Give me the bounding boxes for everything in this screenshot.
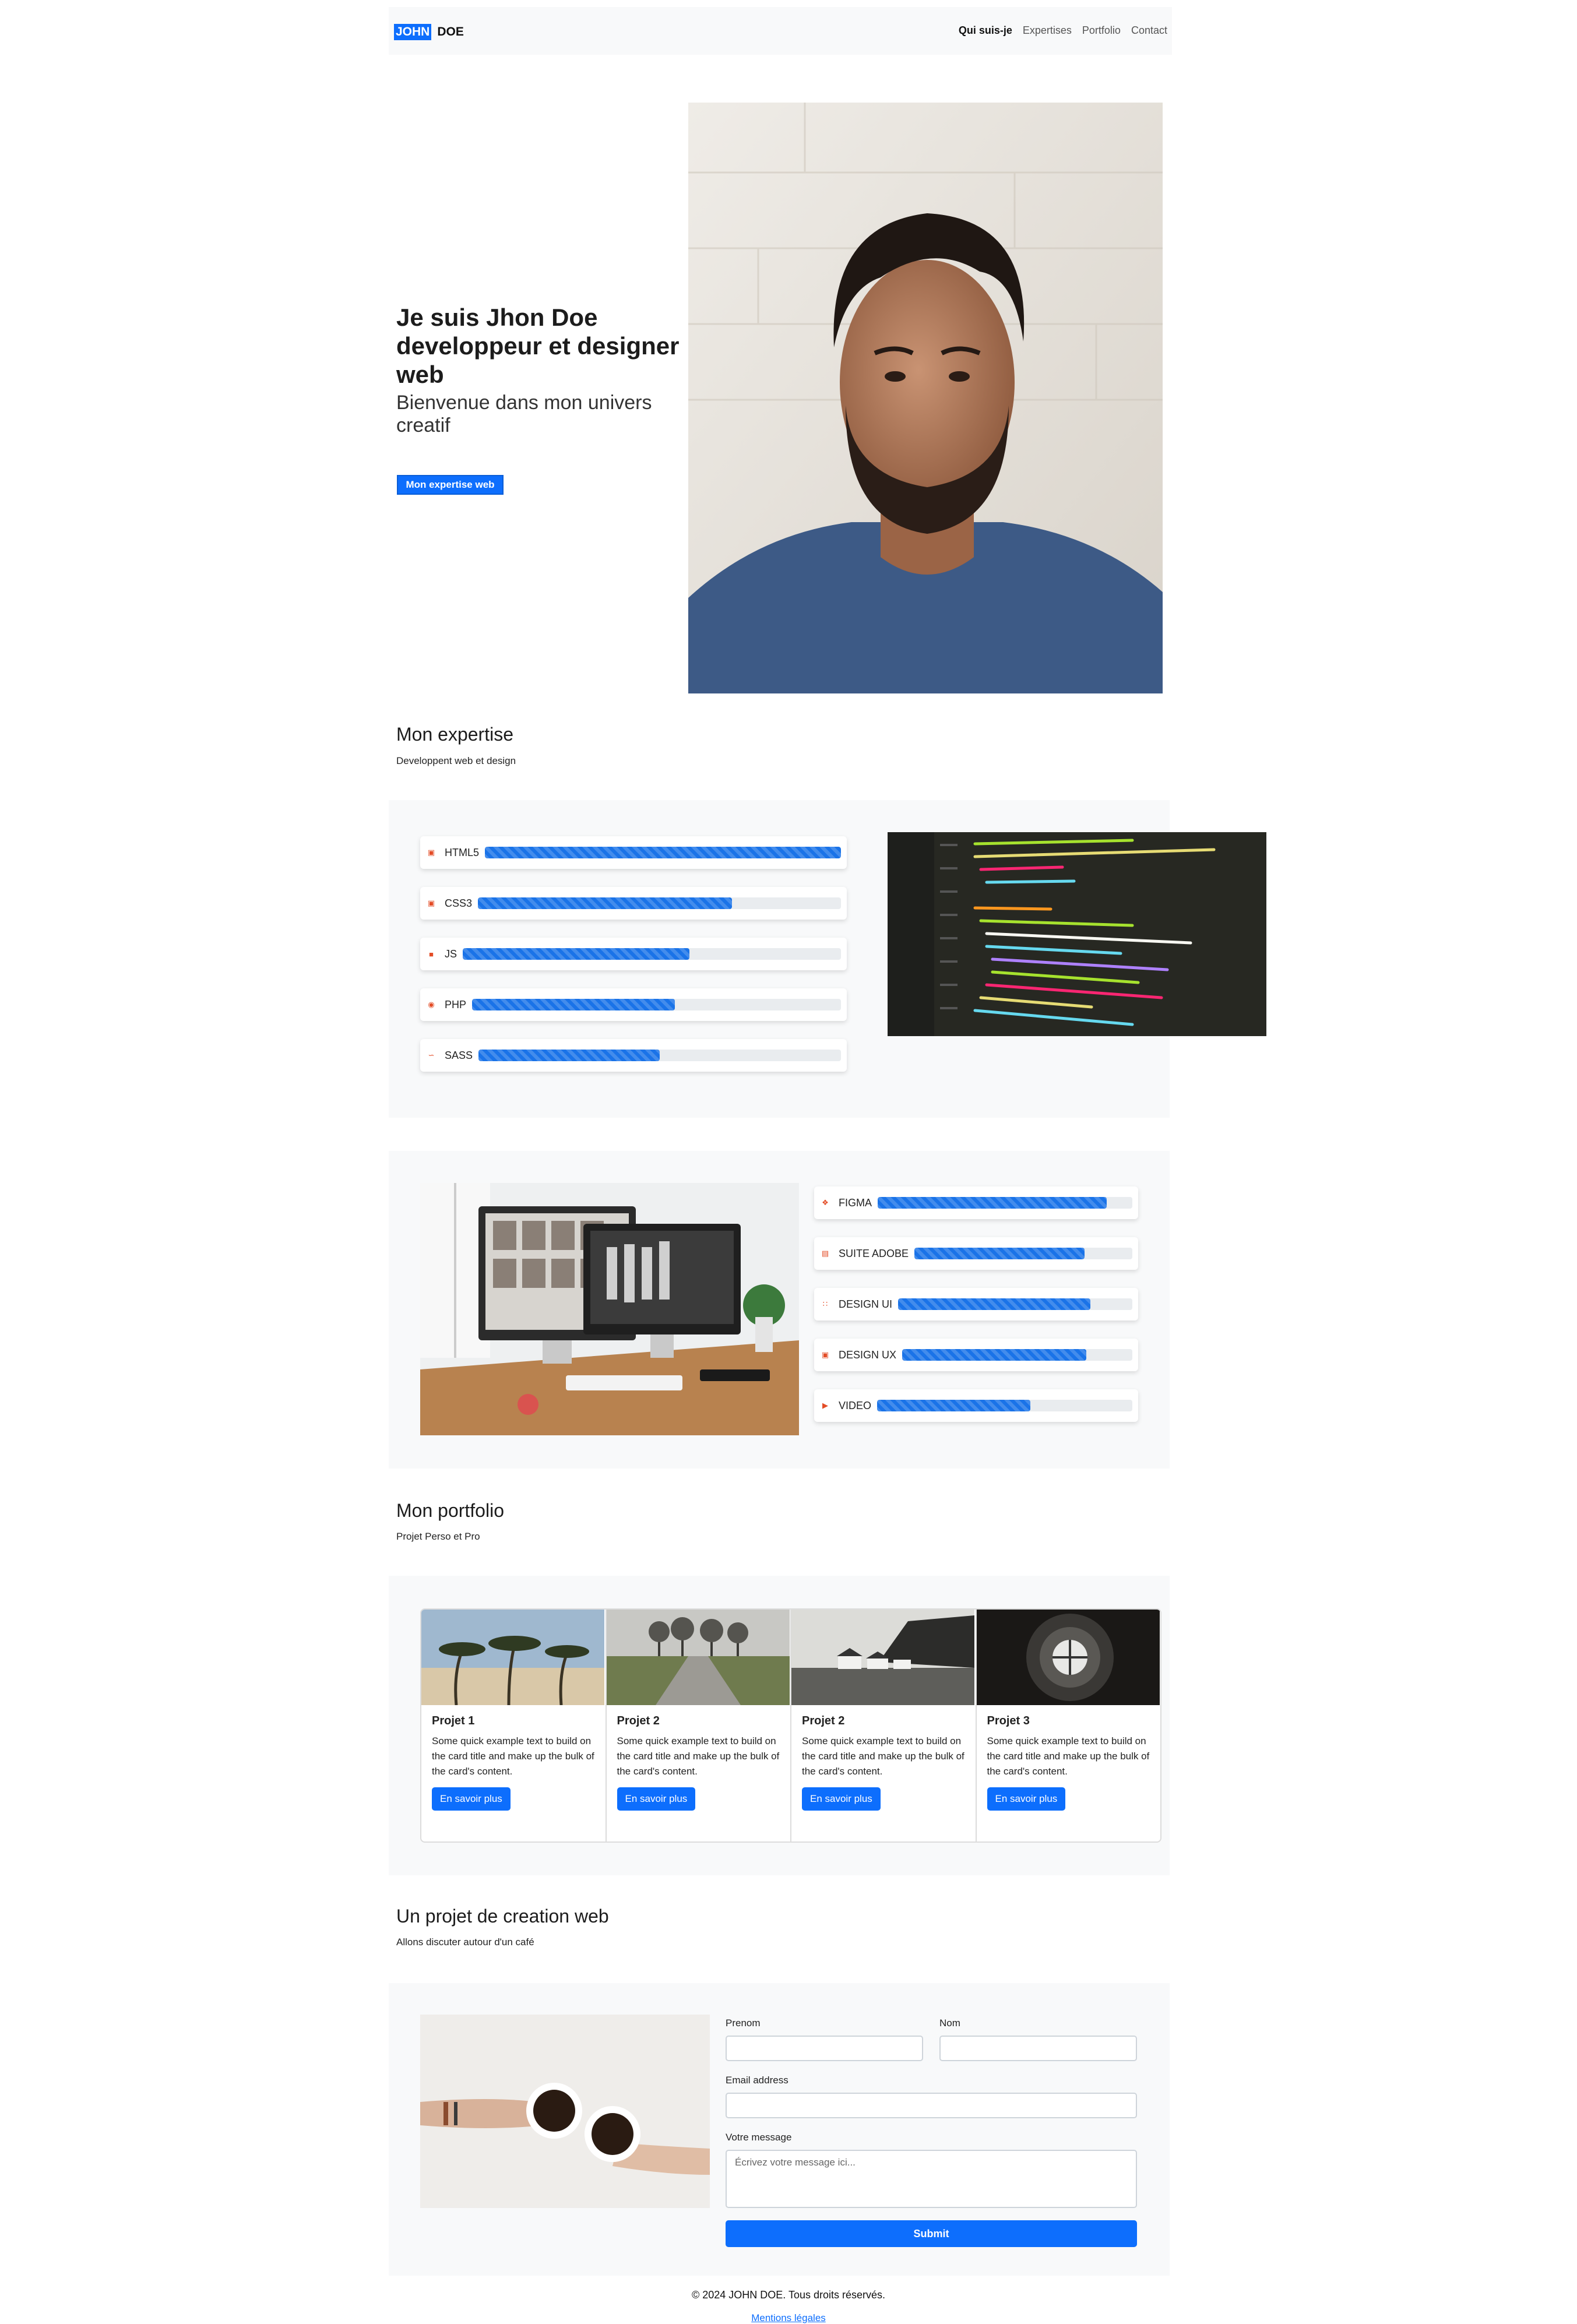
message-label: Votre message: [726, 2132, 792, 2143]
portfolio-card-group: Projet 1 Some quick example text to buil…: [420, 1608, 1161, 1843]
skill-label: DESIGN UI: [839, 1298, 893, 1310]
js-icon: ■: [429, 949, 434, 959]
adobe-icon: ▤: [821, 1249, 829, 1258]
round-window-image: [976, 1610, 1161, 1705]
prenom-label: Prenom: [726, 2017, 761, 2029]
nav-link-expertises[interactable]: Expertises: [1023, 24, 1072, 37]
card-more-button[interactable]: En savoir plus: [802, 1787, 881, 1811]
skill-row-suite-adobe: ▤ SUITE ADOBE: [814, 1237, 1138, 1270]
skill-label: CSS3: [445, 897, 473, 909]
figma-icon: ❖: [822, 1198, 829, 1207]
skill-row-js: ■ JS: [420, 938, 847, 970]
skill-label: FIGMA: [839, 1196, 872, 1209]
design-ux-icon: ▣: [821, 1350, 829, 1359]
nom-label: Nom: [939, 2017, 960, 2029]
php-icon: ◉: [428, 1000, 435, 1009]
coast-houses-image: [791, 1610, 976, 1705]
coffee-cups-image: [420, 2015, 710, 2208]
portfolio-card: Projet 1 Some quick example text to buil…: [421, 1610, 607, 1841]
card-title: Projet 1: [432, 1714, 475, 1727]
skill-row-design-ui: ∷ DESIGN UI: [814, 1288, 1138, 1321]
card-title: Projet 2: [617, 1714, 660, 1727]
skill-label: PHP: [445, 998, 467, 1010]
portfolio-card: Projet 3 Some quick example text to buil…: [976, 1610, 1161, 1841]
road-trees-image: [606, 1610, 791, 1705]
hero-subtitle: Bienvenue dans mon univers creatif: [396, 392, 652, 436]
brand-logo[interactable]: JOHN DOE: [394, 23, 464, 41]
skill-label: SASS: [445, 1049, 473, 1061]
skill-label: DESIGN UX: [839, 1348, 897, 1361]
portfolio-subtitle: Projet Perso et Pro: [396, 1531, 480, 1542]
card-more-button[interactable]: En savoir plus: [432, 1787, 511, 1811]
nav-link-portfolio[interactable]: Portfolio: [1082, 24, 1121, 37]
card-text: Some quick example text to build on the …: [987, 1735, 1150, 1777]
skill-label: HTML5: [445, 846, 480, 858]
email-field[interactable]: [726, 2093, 1137, 2118]
card-text: Some quick example text to build on the …: [802, 1735, 964, 1777]
hero-portrait-image: [688, 103, 1163, 693]
card-more-button[interactable]: En savoir plus: [987, 1787, 1066, 1811]
footer-copyright: © 2024 JOHN DOE. Tous droits réservés.: [691, 2289, 886, 2301]
email-label: Email address: [726, 2075, 788, 2086]
video-icon: ▶: [822, 1401, 828, 1410]
design-ui-icon: ∷: [822, 1300, 828, 1308]
portfolio-card: Projet 2 Some quick example text to buil…: [791, 1610, 977, 1841]
card-text: Some quick example text to build on the …: [617, 1735, 780, 1777]
skill-progress-bar: [463, 948, 841, 960]
html5-icon: ▣: [427, 848, 435, 857]
footer-legal-link[interactable]: Mentions légales: [0, 2312, 1577, 2324]
contact-subtitle: Allons discuter autour d'un café: [396, 1936, 534, 1948]
contact-title: Un projet de creation web: [396, 1906, 609, 1927]
nav-link-contact[interactable]: Contact: [1131, 24, 1167, 37]
skill-row-figma: ❖ FIGMA: [814, 1186, 1138, 1219]
skill-progress-bar: [914, 1248, 1132, 1259]
skill-row-css3: ▣ CSS3: [420, 887, 847, 920]
brand-first: JOHN: [394, 24, 432, 40]
skill-label: VIDEO: [839, 1399, 872, 1411]
card-text: Some quick example text to build on the …: [432, 1735, 594, 1777]
skill-progress-bar: [485, 847, 841, 858]
portfolio-card: Projet 2 Some quick example text to buil…: [606, 1610, 791, 1841]
card-title: Projet 3: [987, 1714, 1030, 1727]
skill-row-php: ◉ PHP: [420, 988, 847, 1021]
skill-progress-bar: [898, 1298, 1132, 1310]
card-more-button[interactable]: En savoir plus: [617, 1787, 696, 1811]
skill-label: JS: [445, 948, 457, 960]
message-textarea[interactable]: Écrivez votre message ici...: [726, 2150, 1137, 2208]
nom-field[interactable]: [939, 2036, 1137, 2061]
skill-row-design-ux: ▣ DESIGN UX: [814, 1339, 1138, 1371]
skill-label: SUITE ADOBE: [839, 1247, 909, 1259]
code-editor-image: [888, 832, 1266, 1036]
brand-last: DOE: [437, 25, 464, 38]
card-title: Projet 2: [802, 1714, 845, 1727]
nav-link-qui-suis-je[interactable]: Qui suis-je: [959, 24, 1012, 37]
skill-progress-bar: [472, 999, 841, 1010]
skill-progress-bar: [878, 1197, 1132, 1209]
css3-icon: ▣: [427, 899, 435, 907]
nav-links: Qui suis-je Expertises Portfolio Contact: [959, 24, 1167, 37]
skill-progress-bar: [877, 1400, 1132, 1411]
skill-progress-bar: [478, 897, 841, 909]
skill-progress-bar: [478, 1050, 841, 1061]
skill-progress-bar: [902, 1349, 1132, 1361]
prenom-field[interactable]: [726, 2036, 923, 2061]
skill-row-video: ▶ VIDEO: [814, 1389, 1138, 1422]
submit-button[interactable]: Submit: [726, 2220, 1137, 2247]
expertise-subtitle: Developpent web et design: [396, 755, 516, 766]
desk-computers-image: [420, 1183, 799, 1435]
skill-row-html5: ▣ HTML5: [420, 836, 847, 869]
palm-trees-image: [421, 1610, 606, 1705]
portfolio-title: Mon portfolio: [396, 1500, 504, 1521]
sass-icon: ∽: [428, 1051, 435, 1059]
expertise-title: Mon expertise: [396, 724, 513, 745]
hero-title: Je suis Jhon Doe developpeur et designer…: [396, 304, 680, 388]
skill-row-sass: ∽ SASS: [420, 1039, 847, 1072]
hero-expertise-button[interactable]: Mon expertise web: [397, 475, 504, 495]
